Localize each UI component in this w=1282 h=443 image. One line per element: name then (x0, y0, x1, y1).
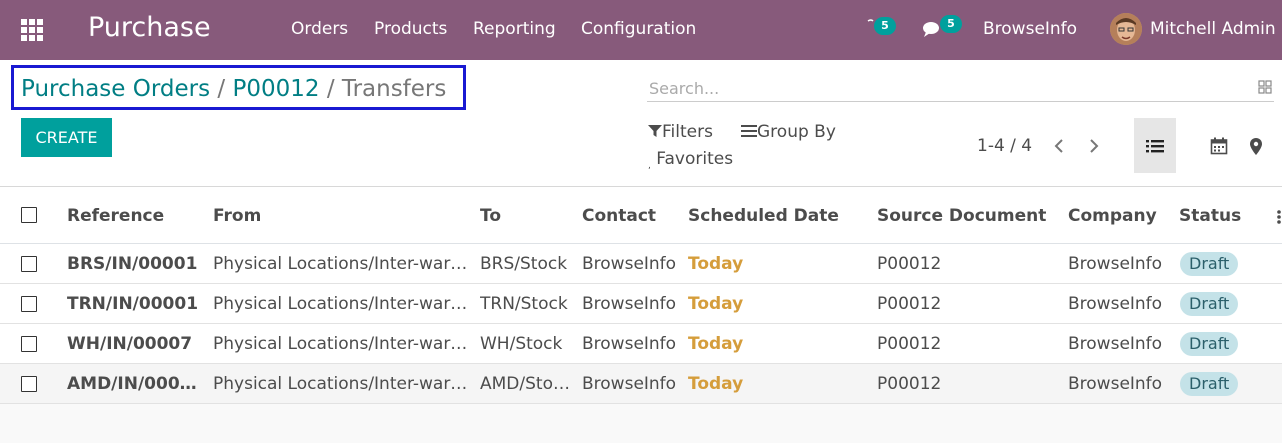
breadcrumb: Purchase Orders / P00012 / Transfers (21, 76, 446, 102)
breadcrumb-po[interactable]: P00012 (232, 76, 319, 102)
status-badge: Draft (1180, 372, 1239, 396)
cell-source-document: P00012 (877, 294, 942, 314)
cell-to: AMD/Sto… (480, 374, 570, 394)
cell-source-document: P00012 (877, 254, 942, 274)
messages-badge: 5 (940, 15, 962, 33)
search-input[interactable] (649, 76, 1239, 100)
column-company[interactable]: Company (1068, 206, 1157, 226)
filters-label: Filters (662, 122, 713, 142)
table-header: Reference From To Contact Scheduled Date… (0, 187, 1282, 244)
map-view-button[interactable] (1240, 118, 1272, 173)
status-badge: Draft (1180, 252, 1239, 276)
filter-icon (648, 125, 662, 137)
activity-button[interactable]: 5 (860, 0, 900, 60)
cell-contact: BrowseInfo (582, 334, 677, 354)
calendar-icon (1210, 137, 1228, 155)
menu-products[interactable]: Products (374, 19, 447, 39)
cell-company: BrowseInfo (1068, 254, 1163, 274)
group-by-label: Group By (757, 122, 836, 142)
menu-configuration[interactable]: Configuration (581, 19, 696, 39)
breadcrumb-transfers: Transfers (341, 76, 447, 102)
cell-company: BrowseInfo (1068, 374, 1163, 394)
table-row[interactable]: BRS/IN/00001 Physical Locations/Inter-wa… (0, 244, 1282, 284)
menu-reporting[interactable]: Reporting (473, 19, 556, 39)
breadcrumb-separator: / (326, 76, 342, 102)
cell-company: BrowseInfo (1068, 294, 1163, 314)
cell-contact: BrowseInfo (582, 374, 677, 394)
cell-contact: BrowseInfo (582, 254, 677, 274)
cell-scheduled-date: Today (688, 374, 744, 394)
table-row[interactable]: WH/IN/00007 Physical Locations/Inter-war… (0, 324, 1282, 364)
row-checkbox[interactable] (21, 296, 37, 312)
list-view-button[interactable] (1134, 118, 1176, 173)
row-checkbox[interactable] (21, 376, 37, 392)
column-scheduled-date[interactable]: Scheduled Date (688, 206, 839, 226)
select-all-checkbox[interactable] (21, 207, 37, 223)
column-from[interactable]: From (213, 206, 261, 226)
column-contact[interactable]: Contact (582, 206, 656, 226)
optional-columns-icon[interactable] (1276, 209, 1282, 225)
user-avatar[interactable] (1110, 13, 1142, 45)
activity-badge: 5 (874, 17, 896, 35)
group-by-button[interactable]: Group By (741, 122, 836, 142)
favorites-label: Favorites (656, 149, 734, 169)
column-reference[interactable]: Reference (67, 206, 164, 226)
cell-from: Physical Locations/Inter-war… (213, 334, 468, 354)
company-switcher[interactable]: BrowseInfo (983, 19, 1077, 39)
create-button[interactable]: CREATE (21, 118, 112, 157)
status-badge: Draft (1180, 332, 1239, 356)
search-bar (647, 74, 1274, 102)
calendar-view-button[interactable] (1198, 118, 1240, 173)
row-checkbox[interactable] (21, 256, 37, 272)
row-checkbox[interactable] (21, 336, 37, 352)
list-bars-icon (741, 125, 757, 137)
search-options-icon[interactable] (1258, 80, 1272, 94)
cell-from: Physical Locations/Inter-war… (213, 374, 468, 394)
cell-source-document: P00012 (877, 374, 942, 394)
status-badge: Draft (1180, 292, 1239, 316)
cell-scheduled-date: Today (688, 294, 744, 314)
cell-reference: TRN/IN/00001 (67, 294, 199, 314)
pager-value[interactable]: 1-4 / 4 (977, 136, 1032, 156)
cell-to: TRN/Stock (480, 294, 568, 314)
column-to[interactable]: To (480, 206, 501, 226)
apps-menu-icon[interactable] (20, 18, 44, 42)
cell-from: Physical Locations/Inter-war… (213, 294, 468, 314)
filters-button[interactable]: Filters (648, 122, 713, 142)
top-navbar: Purchase Orders Products Reporting Confi… (0, 0, 1282, 60)
cell-from: Physical Locations/Inter-war… (213, 254, 468, 274)
breadcrumb-purchase-orders[interactable]: Purchase Orders (21, 76, 210, 102)
column-source-document[interactable]: Source Document (877, 206, 1046, 226)
map-marker-icon (1250, 138, 1262, 155)
cell-scheduled-date: Today (688, 254, 744, 274)
app-title[interactable]: Purchase (88, 12, 211, 43)
cell-reference: BRS/IN/00001 (67, 254, 198, 274)
pager-previous-icon[interactable] (1051, 137, 1067, 155)
breadcrumb-separator: / (217, 76, 233, 102)
control-panel: Purchase Orders / P00012 / Transfers CRE… (0, 60, 1282, 187)
cell-to: WH/Stock (480, 334, 563, 354)
column-status[interactable]: Status (1179, 206, 1241, 226)
cell-reference: WH/IN/00007 (67, 334, 193, 354)
cell-reference: AMD/IN/000… (67, 374, 197, 394)
list-view-icon (1146, 140, 1164, 153)
cell-contact: BrowseInfo (582, 294, 677, 314)
pager-next-icon[interactable] (1086, 137, 1102, 155)
cell-source-document: P00012 (877, 334, 942, 354)
table-row[interactable]: AMD/IN/000… Physical Locations/Inter-war… (0, 364, 1282, 404)
menu-orders[interactable]: Orders (291, 19, 348, 39)
messages-button[interactable]: 5 (918, 0, 966, 60)
table-row[interactable]: TRN/IN/00001 Physical Locations/Inter-wa… (0, 284, 1282, 324)
cell-company: BrowseInfo (1068, 334, 1163, 354)
star-icon: , (648, 161, 651, 171)
user-menu[interactable]: Mitchell Admin (1150, 19, 1276, 39)
avatar-image (1110, 13, 1142, 45)
cell-scheduled-date: Today (688, 334, 744, 354)
favorites-button[interactable]: , Favorites (648, 149, 733, 171)
cell-to: BRS/Stock (480, 254, 568, 274)
